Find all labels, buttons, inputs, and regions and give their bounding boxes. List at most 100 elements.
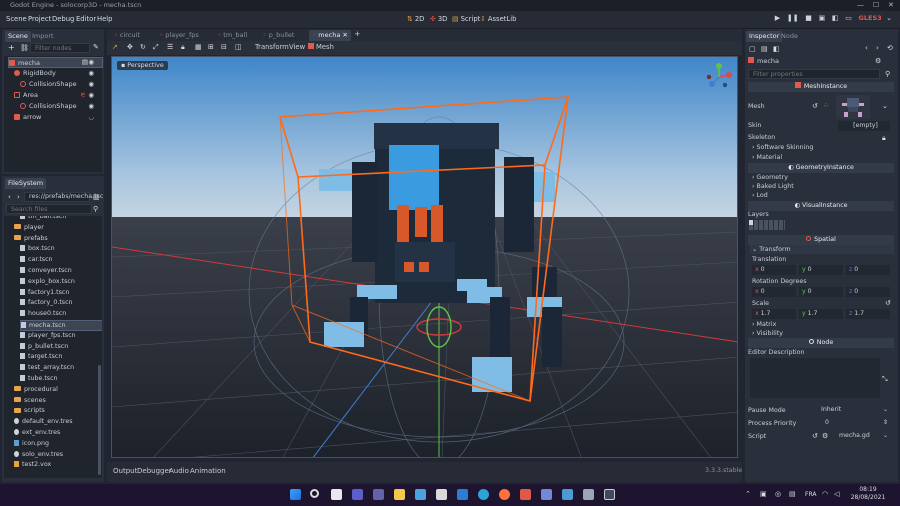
tray-app-icon[interactable]: ▣ [760,490,767,498]
file-explorer-icon[interactable] [394,489,405,500]
file-item[interactable]: conveyer.tscn [20,266,102,277]
minimize-button[interactable]: — [857,0,864,11]
tray-app2-icon[interactable]: ◎ [775,490,781,498]
group-transform[interactable]: ⌄ Transform [750,245,894,254]
scene-tab[interactable]: ◦ p_bullet [260,30,298,41]
lock-icon[interactable]: 🔒︎ [181,43,185,52]
file-item[interactable]: tube.tscn [20,374,102,385]
scale-tool-icon[interactable]: ⤢ [153,43,159,52]
group-lod[interactable]: › Lod [752,192,898,199]
visibility-eye-icon[interactable]: ◉ [88,102,94,110]
layers-grid[interactable] [749,220,785,230]
start-icon[interactable] [290,489,301,500]
lock-icon[interactable]: 🔒︎ [882,134,886,143]
discord-icon[interactable] [541,489,552,500]
visibility-eye-icon[interactable]: ◉ [88,80,94,88]
chat-icon[interactable] [373,489,384,500]
renderer-badge[interactable]: GLES3 [859,14,882,22]
chevron-down-icon[interactable]: ⌄ [886,14,892,22]
tree-node-collisionshape-2[interactable]: CollisionShape [20,101,115,112]
file-item[interactable]: ext_env.tres [14,428,102,439]
add-node-icon[interactable]: + [8,43,15,52]
mesh-preview-thumbnail[interactable] [836,95,870,119]
firefox-icon[interactable] [499,489,510,500]
move-tool-icon[interactable]: ✥ [127,43,133,51]
split-view-icon[interactable]: ▥ [93,193,100,201]
search-icon[interactable]: ⚲ [93,205,98,213]
search-icon[interactable] [310,489,319,498]
calendar-icon[interactable] [436,489,447,500]
group-geometry[interactable]: › Geometry [752,174,898,181]
app-icon[interactable] [520,489,531,500]
tab-filesystem[interactable]: FileSystem [5,178,47,189]
folder-item[interactable]: scripts [14,406,102,417]
group-icon[interactable]: ▦ [195,43,202,51]
forward-icon[interactable]: › [17,193,20,201]
menu-mesh[interactable]: Mesh [308,43,334,51]
translation-z-field[interactable]: z 0 [846,265,890,275]
task-view-icon[interactable] [331,489,342,500]
signal-icon[interactable]: ⚟ [80,91,86,99]
file-item[interactable]: p_bullet.tscn [20,342,102,353]
layer-1-active[interactable] [749,220,753,225]
folder-item[interactable]: prefabs [14,234,102,245]
game-icon[interactable] [604,489,615,500]
scene-tab[interactable]: ◦ circuit [111,30,143,41]
link-icon[interactable]: ⛓ [20,44,29,52]
snap-icon[interactable]: ⊟ [221,43,227,51]
object-selector[interactable]: mecha [748,57,894,67]
tab-animation[interactable]: Animation [190,467,226,475]
visibility-eye-icon[interactable]: ◉ [88,91,94,99]
new-resource-icon[interactable]: ▢ [749,45,756,53]
tab-debugger[interactable]: Debugger [137,467,172,475]
local-space-icon[interactable]: ⊞ [208,43,214,51]
play-scene-icon[interactable]: ▣ [819,14,826,22]
back-icon[interactable]: ‹ [8,193,11,201]
widgets-icon[interactable] [352,489,363,500]
folder-item[interactable]: scenes [14,396,102,407]
tools-icon[interactable]: ⚙ [875,57,881,65]
perspective-menu[interactable]: ▪ Perspective [117,61,168,70]
play-custom-icon[interactable]: ◧ [832,14,839,22]
file-item[interactable]: house0.tscn [20,309,102,320]
filter-nodes-input[interactable] [30,43,90,53]
file-item[interactable]: default_env.tres [14,417,102,428]
edge-icon[interactable] [478,489,489,500]
workspace-2d[interactable]: ⇅ 2D [407,15,424,23]
movie-icon[interactable]: ▭ [845,14,852,22]
scene-tab[interactable]: ◦ player_fps [156,30,201,41]
history-forward-icon[interactable]: › [876,44,879,52]
mail-icon[interactable] [457,489,468,500]
search-files-input[interactable] [6,204,92,214]
chevron-down-icon[interactable]: ⌄ [882,102,888,110]
revert-icon[interactable]: ↺ [812,102,818,110]
gear-icon[interactable]: ⚙ [822,432,828,440]
tab-node[interactable]: Node [778,31,801,42]
tab-output[interactable]: Output [113,467,137,475]
camera-icon[interactable]: ◫ [235,43,242,51]
scale-y-field[interactable]: y 1.7 [799,309,843,319]
rotation-y-field[interactable]: y 0 [799,287,843,297]
file-item[interactable]: explo_box.tscn [20,277,102,288]
group-visibility[interactable]: › Visibility [752,330,898,337]
group-matrix[interactable]: › Matrix [752,321,898,328]
tab-import[interactable]: Import [29,31,57,42]
menu-scene[interactable]: Scene [6,15,27,23]
file-item[interactable]: factory_0.tscn [20,298,102,309]
menu-editor[interactable]: Editor [76,15,96,23]
folder-item[interactable]: player [14,223,102,234]
list-select-icon[interactable]: ☰ [167,43,173,51]
history-back-icon[interactable]: ‹ [865,44,868,52]
menu-transform[interactable]: Transform [255,43,289,51]
translation-x-field[interactable]: x 0 [752,265,796,275]
file-item[interactable]: box.tscn [20,244,102,255]
file-item[interactable]: factory1.tscn [20,288,102,299]
file-item[interactable]: test2.vox [14,460,102,471]
workspace-3d[interactable]: ✣ 3D [430,15,447,23]
tab-inspector[interactable]: Inspector [746,31,783,42]
hidden-eye-icon[interactable]: ◡ [88,113,94,121]
scale-z-field[interactable]: z 1.7 [846,309,890,319]
group-software-skinning[interactable]: › Software Skinning [752,144,898,151]
pause-icon[interactable]: ❚❚ [787,14,799,22]
3d-viewport[interactable]: ▪ Perspective [111,56,738,458]
